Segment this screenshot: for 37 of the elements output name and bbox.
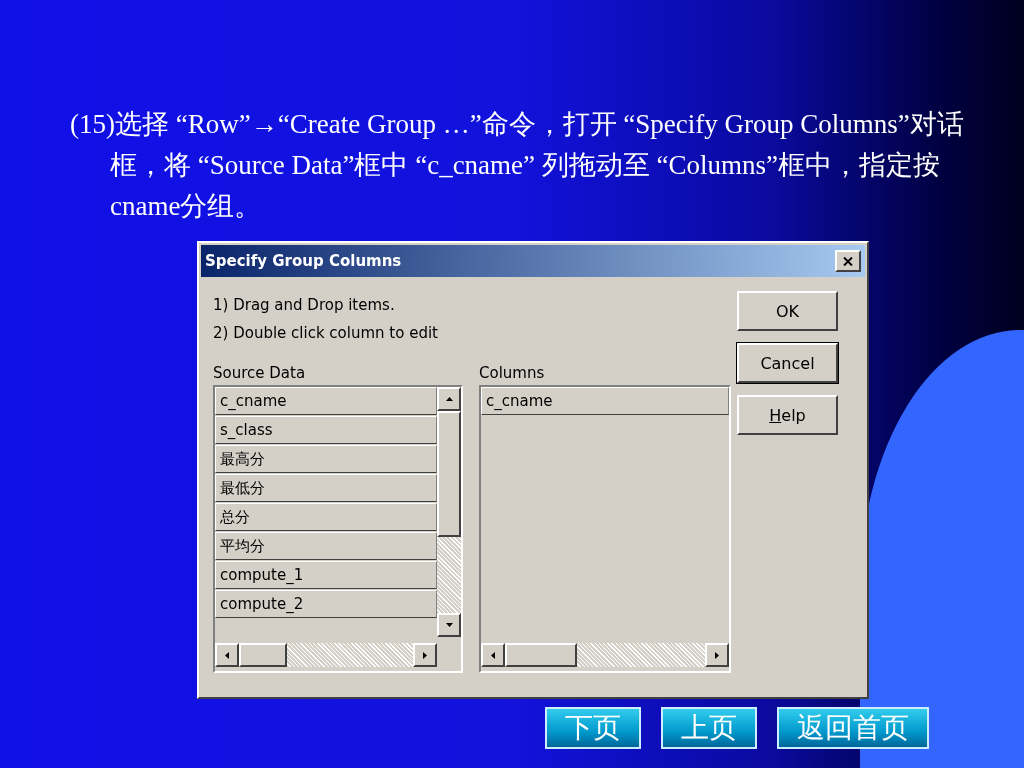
- vertical-scrollbar[interactable]: [437, 387, 461, 637]
- scroll-right-button[interactable]: [413, 643, 437, 667]
- scroll-right-button[interactable]: [705, 643, 729, 667]
- list-item[interactable]: compute_1: [215, 561, 437, 589]
- scroll-thumb[interactable]: [239, 643, 287, 667]
- scroll-left-button[interactable]: [481, 643, 505, 667]
- left-arrow-icon: [225, 651, 229, 659]
- list-item[interactable]: 总分: [215, 503, 437, 531]
- scroll-down-button[interactable]: [437, 613, 461, 637]
- list-item[interactable]: c_cname: [481, 387, 729, 415]
- list-item[interactable]: 平均分: [215, 532, 437, 560]
- horizontal-scrollbar[interactable]: [481, 643, 729, 667]
- dialog-button[interactable]: OK: [737, 291, 838, 331]
- list-label: Columns: [479, 363, 546, 384]
- left-arrow-icon: [491, 651, 495, 659]
- scroll-left-button[interactable]: [215, 643, 239, 667]
- instruction-text: 2) Double click column to edit: [213, 323, 439, 344]
- scroll-up-button[interactable]: [437, 387, 461, 411]
- close-icon: [843, 256, 853, 266]
- instruction-text: 1) Drag and Drop items.: [213, 295, 396, 316]
- list-label: Source Data: [213, 363, 307, 384]
- list-item[interactable]: 最高分: [215, 445, 437, 473]
- slide-paragraph: (15)选择 “Row”→“Create Group …”命令，打开 “Specify Group Columns”对话框，将 “Source Data”框中 “c_cname” 列拖动至 “Columns”框中，指定按cname分组。: [70, 108, 965, 223]
- up-arrow-icon: [445, 397, 453, 401]
- scroll-thumb[interactable]: [437, 411, 461, 537]
- close-button[interactable]: [835, 250, 861, 272]
- dialog-button[interactable]: Help: [737, 395, 838, 435]
- down-arrow-icon: [445, 623, 453, 627]
- list-item[interactable]: compute_2: [215, 590, 437, 618]
- list-item[interactable]: c_cname: [215, 387, 437, 415]
- dialog-button[interactable]: Cancel: [737, 343, 838, 383]
- scroll-thumb[interactable]: [505, 643, 577, 667]
- right-arrow-icon: [423, 651, 427, 659]
- list-item[interactable]: s_class: [215, 416, 437, 444]
- right-arrow-icon: [715, 651, 719, 659]
- window-title: Specify Group Columns: [205, 252, 402, 270]
- list-item[interactable]: 最低分: [215, 474, 437, 502]
